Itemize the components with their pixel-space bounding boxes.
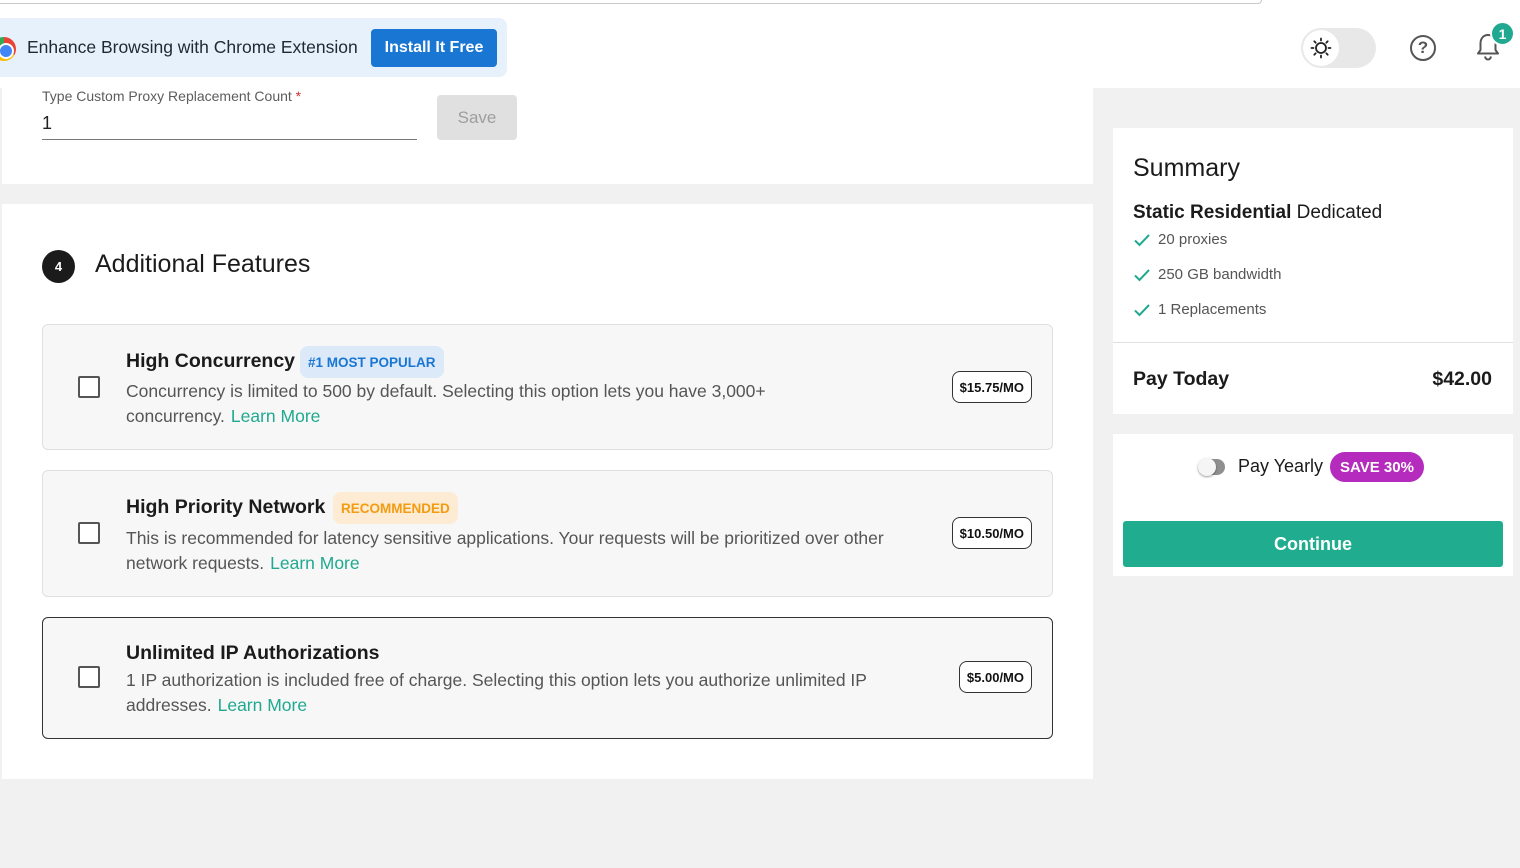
install-extension-button[interactable]: Install It Free (371, 29, 497, 67)
pay-yearly-toggle[interactable] (1198, 458, 1225, 476)
theme-toggle[interactable] (1301, 28, 1376, 68)
learn-more-link[interactable]: Learn More (218, 695, 308, 715)
feature-title: High Concurrency (126, 350, 296, 372)
feature-title: High Priority Network (126, 496, 326, 518)
feature-description: 1 IP authorization is included free of c… (126, 670, 867, 715)
chrome-extension-banner: Enhance Browsing with Chrome Extension I… (0, 18, 507, 77)
check-icon (1134, 268, 1150, 281)
chrome-logo-icon (0, 37, 16, 61)
replacement-count-input[interactable] (42, 108, 417, 140)
browser-edge (0, 0, 1520, 8)
pay-today-amount: $42.00 (1432, 368, 1492, 390)
recommended-badge: RECOMMENDED (333, 492, 458, 524)
additional-features-card: 4 Additional Features High Concurrency #… (2, 204, 1093, 779)
section-title: Additional Features (95, 250, 311, 278)
app-header: Enhance Browsing with Chrome Extension I… (0, 0, 1520, 88)
feature-description: This is recommended for latency sensitiv… (126, 528, 884, 573)
summary-item: 250 GB bandwidth (1133, 266, 1281, 283)
notification-badge: 1 (1490, 21, 1515, 46)
check-icon (1134, 233, 1150, 246)
feature-unlimited-ip-authorizations[interactable]: Unlimited IP Authorizations 1 IP authori… (42, 617, 1053, 739)
feature-price: $15.75/MO (951, 371, 1032, 403)
feature-high-concurrency[interactable]: High Concurrency #1 MOST POPULAR Concurr… (42, 324, 1053, 450)
replacement-card: Type Custom Proxy Replacement Count * Sa… (2, 88, 1093, 184)
feature-checkbox[interactable] (78, 666, 100, 688)
feature-price: $5.00/MO (958, 661, 1032, 693)
save-button[interactable]: Save (437, 95, 517, 140)
feature-high-priority-network[interactable]: High Priority Network RECOMMENDED This i… (42, 470, 1053, 597)
help-icon[interactable]: ? (1410, 35, 1436, 61)
save-percent-badge: SAVE 30% (1330, 452, 1424, 482)
pay-today-label: Pay Today (1133, 368, 1230, 390)
most-popular-badge: #1 MOST POPULAR (300, 346, 444, 378)
product-type: Dedicated (1296, 202, 1383, 223)
feature-checkbox[interactable] (78, 522, 100, 544)
learn-more-link[interactable]: Learn More (270, 553, 360, 573)
checkout-card: Pay Yearly SAVE 30% Continue (1113, 434, 1513, 576)
summary-divider (1113, 342, 1513, 343)
extension-banner-text: Enhance Browsing with Chrome Extension (27, 37, 358, 57)
step-number-badge: 4 (42, 250, 75, 283)
summary-item: 1 Replacements (1133, 301, 1266, 318)
continue-button[interactable]: Continue (1123, 521, 1503, 567)
feature-checkbox[interactable] (78, 376, 100, 398)
feature-description: Concurrency is limited to 500 by default… (126, 381, 766, 426)
pay-yearly-label: Pay Yearly (1238, 456, 1324, 476)
summary-product: Static Residential Dedicated (1133, 202, 1382, 224)
sun-icon (1303, 30, 1339, 66)
address-bar-edge (0, 0, 1262, 4)
feature-title: Unlimited IP Authorizations (126, 642, 380, 664)
product-name: Static Residential (1133, 202, 1292, 223)
check-icon (1134, 303, 1150, 316)
replacement-count-label: Type Custom Proxy Replacement Count * (42, 88, 302, 104)
feature-price: $10.50/MO (951, 517, 1032, 549)
summary-title: Summary (1133, 154, 1240, 182)
summary-card: Summary Static Residential Dedicated 20 … (1113, 128, 1513, 414)
learn-more-link[interactable]: Learn More (231, 406, 321, 426)
summary-item: 20 proxies (1133, 231, 1227, 248)
